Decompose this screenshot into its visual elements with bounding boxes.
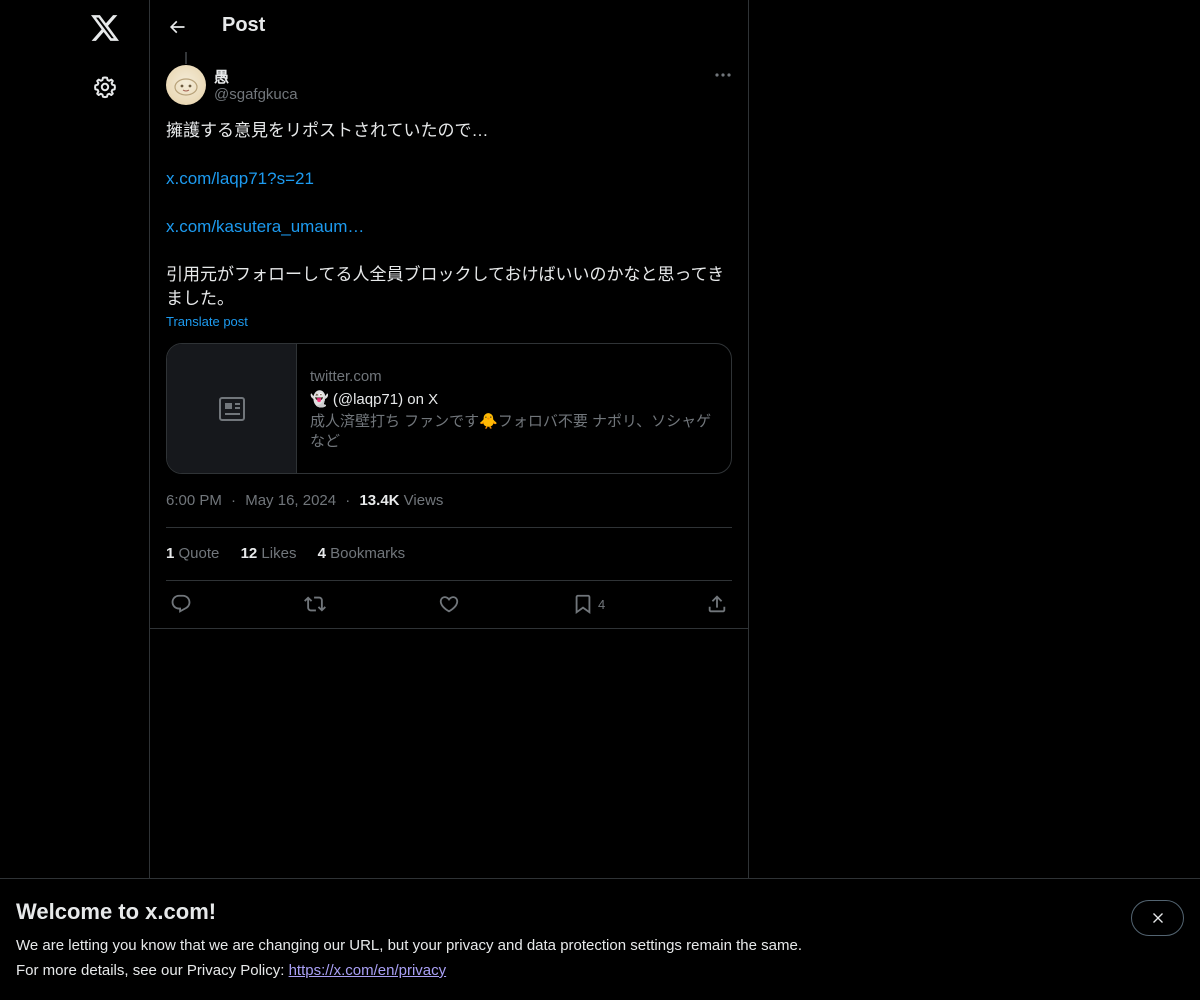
card-description: 成人済壁打ち ファンです🐥フォロバ不要 ナポリ、ソシャゲなど (310, 413, 712, 450)
repost-button[interactable] (304, 590, 326, 618)
banner-text: We are letting you know that we are chan… (16, 937, 802, 954)
close-icon (1152, 913, 1163, 923)
more-icon (715, 73, 731, 77)
card-domain: twitter.com (310, 368, 382, 385)
post-text-line: ました。 (166, 289, 234, 308)
bookmark-count: 4 (598, 596, 606, 612)
heart-icon (439, 596, 459, 613)
more-options-button[interactable] (708, 64, 738, 86)
author-name[interactable]: 愚 (214, 66, 229, 87)
x-logo-icon[interactable] (88, 11, 122, 45)
post-meta: 6:00 PM · May 16, 2024 · 13.4K Views (166, 492, 444, 509)
like-button[interactable] (438, 590, 460, 618)
privacy-policy-link[interactable]: https://x.com/en/privacy (289, 962, 447, 979)
main-column: Post 愚 @sgafgkuca 擁護する意見をリポストされていたので… x.… (149, 0, 749, 1000)
action-bar: 4 (166, 590, 732, 618)
divider (166, 527, 732, 528)
gear-icon[interactable] (88, 70, 122, 104)
views-label: Views (403, 492, 444, 509)
app-root: Post 愚 @sgafgkuca 擁護する意見をリポストされていたので… x.… (0, 0, 1200, 1000)
reply-icon (171, 594, 191, 613)
left-nav (0, 0, 149, 1000)
link-preview-card[interactable]: twitter.com 👻 (@laqp71) on X 成人済壁打ち ファンで… (166, 343, 732, 474)
thread-connector (185, 52, 187, 64)
arrow-left-icon (169, 20, 185, 34)
banner-title: Welcome to x.com! (16, 899, 217, 924)
reply-button[interactable] (170, 590, 192, 618)
quote-stat[interactable]: 1 Quote (166, 545, 219, 562)
bookmark-icon (575, 594, 591, 615)
post-text-line: 引用元がフォローしてる人全員ブロックしておけばいいのかなと思ってき (166, 265, 725, 284)
article-icon (218, 396, 245, 421)
post-link[interactable]: x.com/laqp71?s=21 (166, 169, 314, 188)
post-time[interactable]: 6:00 PM (166, 492, 222, 509)
url-change-banner: Welcome to x.com! We are letting you kno… (0, 878, 1200, 1000)
top-bar: Post (150, 0, 748, 54)
bookmarks-stat[interactable]: 4 Bookmarks (318, 545, 406, 562)
card-thumbnail (167, 344, 297, 473)
share-button[interactable] (706, 590, 728, 618)
author-handle[interactable]: @sgafgkuca (214, 86, 298, 103)
views-count: 13.4K (359, 492, 400, 509)
divider (150, 628, 748, 629)
avatar[interactable] (166, 65, 206, 105)
post-text: 擁護する意見をリポストされていたので… x.com/laqp71?s=21 x.… (166, 119, 732, 311)
banner-close-button[interactable] (1131, 900, 1184, 936)
translate-post-link[interactable]: Translate post (166, 314, 248, 329)
post-date[interactable]: May 16, 2024 (245, 492, 336, 509)
card-title: 👻 (@laqp71) on X (310, 391, 439, 408)
likes-stat[interactable]: 12 Likes (241, 545, 297, 562)
share-icon (708, 595, 726, 613)
banner-text: For more details, see our Privacy Policy… (16, 962, 447, 979)
bookmark-button[interactable]: 4 (572, 590, 605, 618)
post-link[interactable]: x.com/kasutera_umaum… (166, 217, 364, 236)
back-button[interactable] (160, 10, 194, 44)
repost-icon (304, 596, 326, 612)
post-stats: 1 Quote 12 Likes 4 Bookmarks (166, 545, 422, 562)
post-text-line: 擁護する意見をリポストされていたので… (166, 121, 489, 140)
page-title: Post (222, 14, 266, 36)
divider (166, 580, 732, 581)
